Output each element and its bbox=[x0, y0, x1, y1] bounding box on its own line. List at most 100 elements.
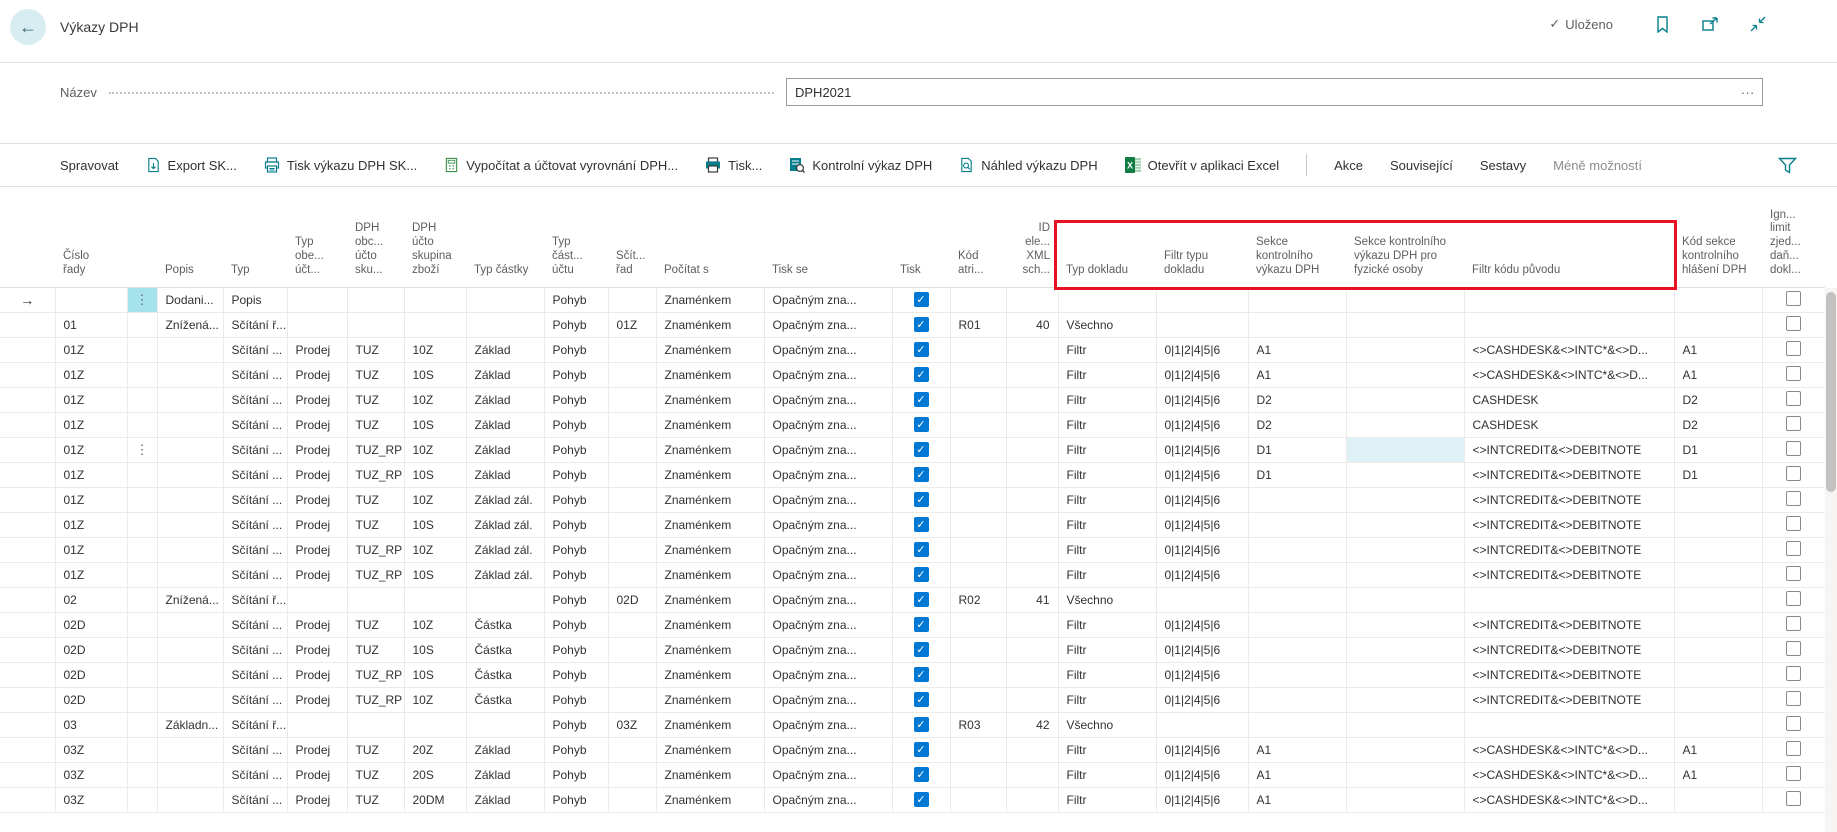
cell-tiskse[interactable]: Opačným zna... bbox=[764, 312, 892, 337]
cell-filtrtypu[interactable]: 0|1|2|4|5|6 bbox=[1156, 612, 1248, 637]
cell-tisk[interactable]: ✓ bbox=[892, 412, 950, 437]
cell-typcastuctu[interactable]: Pohyb bbox=[544, 312, 608, 337]
col-header-typcastuctu[interactable]: Typ část... účtu bbox=[544, 187, 608, 287]
cell-tiskse[interactable]: Opačným zna... bbox=[764, 337, 892, 362]
cell-typcastuctu[interactable]: Pohyb bbox=[544, 687, 608, 712]
cell-typcastky[interactable]: Částka bbox=[466, 612, 544, 637]
cell-cislo[interactable]: 01Z bbox=[55, 437, 127, 462]
cell-kodatri[interactable] bbox=[950, 387, 1006, 412]
cell-popis[interactable]: Znížená... bbox=[157, 312, 223, 337]
cell-filtrtypu[interactable]: 0|1|2|4|5|6 bbox=[1156, 537, 1248, 562]
cell-typ[interactable]: Sčítání ... bbox=[223, 337, 287, 362]
cell-sekcekv[interactable] bbox=[1248, 712, 1346, 737]
cell-dphzbozi[interactable]: 10Z bbox=[404, 537, 466, 562]
cell-ign[interactable] bbox=[1762, 712, 1825, 737]
col-header-dphzbozi[interactable]: DPH účto skupina zboží bbox=[404, 187, 466, 287]
cell-pocitats[interactable]: Znaménkem bbox=[656, 687, 764, 712]
cell-ign[interactable] bbox=[1762, 762, 1825, 787]
cell-scitrad[interactable] bbox=[608, 762, 656, 787]
cell-filtrkodu[interactable] bbox=[1464, 287, 1674, 312]
cell-sekcekv[interactable]: D2 bbox=[1248, 387, 1346, 412]
cell-ign[interactable] bbox=[1762, 612, 1825, 637]
cell-scitrad[interactable] bbox=[608, 337, 656, 362]
cell-typcastuctu[interactable]: Pohyb bbox=[544, 437, 608, 462]
cell-tiskse[interactable]: Opačným zna... bbox=[764, 562, 892, 587]
cell-typ[interactable]: Sčítání ř... bbox=[223, 587, 287, 612]
cell-typdokladu[interactable]: Filtr bbox=[1058, 462, 1156, 487]
cell-typobe[interactable]: Prodej bbox=[287, 787, 347, 812]
cell-sekcekv[interactable]: A1 bbox=[1248, 787, 1346, 812]
cell-typobe[interactable]: Prodej bbox=[287, 687, 347, 712]
cell-typobe[interactable]: Prodej bbox=[287, 737, 347, 762]
cell-indicator[interactable] bbox=[0, 462, 55, 487]
cell-kodsekce[interactable] bbox=[1674, 312, 1762, 337]
col-header-tiskse[interactable]: Tisk se bbox=[764, 187, 892, 287]
cell-dphzbozi[interactable] bbox=[404, 587, 466, 612]
cell-dots[interactable] bbox=[127, 637, 157, 662]
cell-scitrad[interactable] bbox=[608, 662, 656, 687]
cell-typcastky[interactable]: Částka bbox=[466, 637, 544, 662]
col-header-typcastky[interactable]: Typ částky bbox=[466, 187, 544, 287]
cell-typobe[interactable]: Prodej bbox=[287, 537, 347, 562]
tisk-checkbox[interactable]: ✓ bbox=[914, 517, 929, 532]
cell-tisk[interactable]: ✓ bbox=[892, 637, 950, 662]
cell-pocitats[interactable]: Znaménkem bbox=[656, 762, 764, 787]
cell-typobe[interactable] bbox=[287, 312, 347, 337]
tisk-checkbox[interactable]: ✓ bbox=[914, 467, 929, 482]
cell-kodsekce[interactable] bbox=[1674, 562, 1762, 587]
cell-dphobc[interactable]: TUZ bbox=[347, 787, 404, 812]
cell-ign[interactable] bbox=[1762, 662, 1825, 687]
cell-pocitats[interactable]: Znaménkem bbox=[656, 737, 764, 762]
cell-dots[interactable] bbox=[127, 512, 157, 537]
cell-typdokladu[interactable]: Filtr bbox=[1058, 362, 1156, 387]
cell-idxml[interactable] bbox=[1006, 287, 1058, 312]
cell-dphobc[interactable]: TUZ_RP bbox=[347, 687, 404, 712]
cell-indicator[interactable] bbox=[0, 362, 55, 387]
ign-checkbox[interactable] bbox=[1786, 466, 1801, 481]
cell-idxml[interactable] bbox=[1006, 787, 1058, 812]
tisk-checkbox[interactable]: ✓ bbox=[914, 367, 929, 382]
cell-kodatri[interactable] bbox=[950, 462, 1006, 487]
cell-dots[interactable] bbox=[127, 462, 157, 487]
cell-typcastky[interactable]: Základ bbox=[466, 762, 544, 787]
cell-typ[interactable]: Sčítání ... bbox=[223, 787, 287, 812]
cell-tiskse[interactable]: Opačným zna... bbox=[764, 412, 892, 437]
cell-typdokladu[interactable]: Filtr bbox=[1058, 437, 1156, 462]
cell-typ[interactable]: Popis bbox=[223, 287, 287, 312]
cell-filtrkodu[interactable]: <>CASHDESK&<>INTC*&<>D... bbox=[1464, 787, 1674, 812]
cell-tiskse[interactable]: Opačným zna... bbox=[764, 362, 892, 387]
cell-sekcekvfo[interactable] bbox=[1346, 487, 1464, 512]
open-in-window-icon[interactable] bbox=[1701, 15, 1719, 33]
less-options-button[interactable]: Méně možností bbox=[1553, 158, 1642, 173]
cell-sekcekvfo[interactable] bbox=[1346, 537, 1464, 562]
cell-tisk[interactable]: ✓ bbox=[892, 612, 950, 637]
cell-cislo[interactable]: 01Z bbox=[55, 462, 127, 487]
cell-indicator[interactable] bbox=[0, 662, 55, 687]
cell-kodsekce[interactable] bbox=[1674, 512, 1762, 537]
cell-indicator[interactable] bbox=[0, 487, 55, 512]
cell-cislo[interactable]: 03Z bbox=[55, 737, 127, 762]
cell-dphzbozi[interactable]: 20Z bbox=[404, 737, 466, 762]
cell-sekcekvfo[interactable] bbox=[1346, 737, 1464, 762]
cell-dots[interactable]: ⋮ bbox=[127, 287, 157, 312]
tisk-checkbox[interactable]: ✓ bbox=[914, 792, 929, 807]
cell-tiskse[interactable]: Opačným zna... bbox=[764, 712, 892, 737]
col-header-pocitats[interactable]: Počítat s bbox=[656, 187, 764, 287]
cell-tiskse[interactable]: Opačným zna... bbox=[764, 487, 892, 512]
cell-typ[interactable]: Sčítání ř... bbox=[223, 712, 287, 737]
cell-sekcekvfo[interactable] bbox=[1346, 562, 1464, 587]
cell-scitrad[interactable] bbox=[608, 537, 656, 562]
cell-scitrad[interactable] bbox=[608, 287, 656, 312]
cell-typcastuctu[interactable]: Pohyb bbox=[544, 762, 608, 787]
cell-typdokladu[interactable]: Všechno bbox=[1058, 312, 1156, 337]
cell-indicator[interactable] bbox=[0, 412, 55, 437]
cell-filtrtypu[interactable]: 0|1|2|4|5|6 bbox=[1156, 362, 1248, 387]
cell-kodatri[interactable] bbox=[950, 687, 1006, 712]
col-header-cislo[interactable]: Číslo řady bbox=[55, 187, 127, 287]
cell-tisk[interactable]: ✓ bbox=[892, 662, 950, 687]
cell-idxml[interactable] bbox=[1006, 687, 1058, 712]
cell-popis[interactable] bbox=[157, 537, 223, 562]
tisk-checkbox[interactable]: ✓ bbox=[914, 642, 929, 657]
cell-dphobc[interactable]: TUZ bbox=[347, 337, 404, 362]
cell-typcastuctu[interactable]: Pohyb bbox=[544, 512, 608, 537]
